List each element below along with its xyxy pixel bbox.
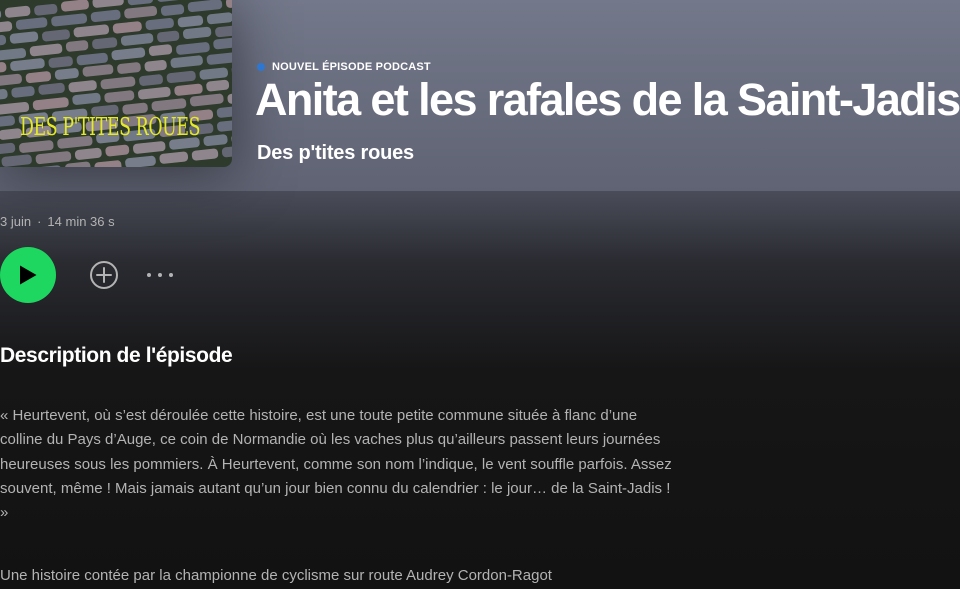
release-date: 3 juin	[0, 214, 32, 229]
more-options-button[interactable]	[145, 265, 175, 285]
episode-type-label: NOUVEL ÉPISODE PODCAST	[272, 61, 431, 73]
save-to-library-button[interactable]	[88, 259, 120, 291]
show-name-link[interactable]: Des p'tites roues	[257, 142, 414, 165]
play-icon	[20, 265, 37, 285]
cover-title-text: DES P'TITES ROUES	[20, 113, 201, 141]
episode-cover-image: DES P'TITES ROUES	[0, 0, 232, 167]
cobblestone-artwork	[0, 0, 232, 167]
new-episode-dot-icon	[257, 63, 265, 71]
episode-duration: 14 min 36 s	[47, 214, 115, 229]
episode-type-row: NOUVEL ÉPISODE PODCAST	[257, 60, 431, 74]
background-gradient	[0, 191, 960, 589]
plus-circle-icon	[90, 261, 118, 289]
ellipsis-icon	[147, 273, 173, 277]
meta-separator: ·	[37, 214, 42, 229]
episode-meta: 3 juin · 14 min 36 s	[0, 214, 115, 229]
episode-title: Anita et les rafales de la Saint-Jadis	[255, 74, 960, 125]
description-text: « Heurtevent, où s’est déroulée cette hi…	[0, 407, 672, 522]
play-button[interactable]	[0, 247, 56, 303]
description-heading: Description de l'épisode	[0, 344, 233, 367]
description-credit: Une histoire contée par la championne de…	[0, 567, 552, 584]
